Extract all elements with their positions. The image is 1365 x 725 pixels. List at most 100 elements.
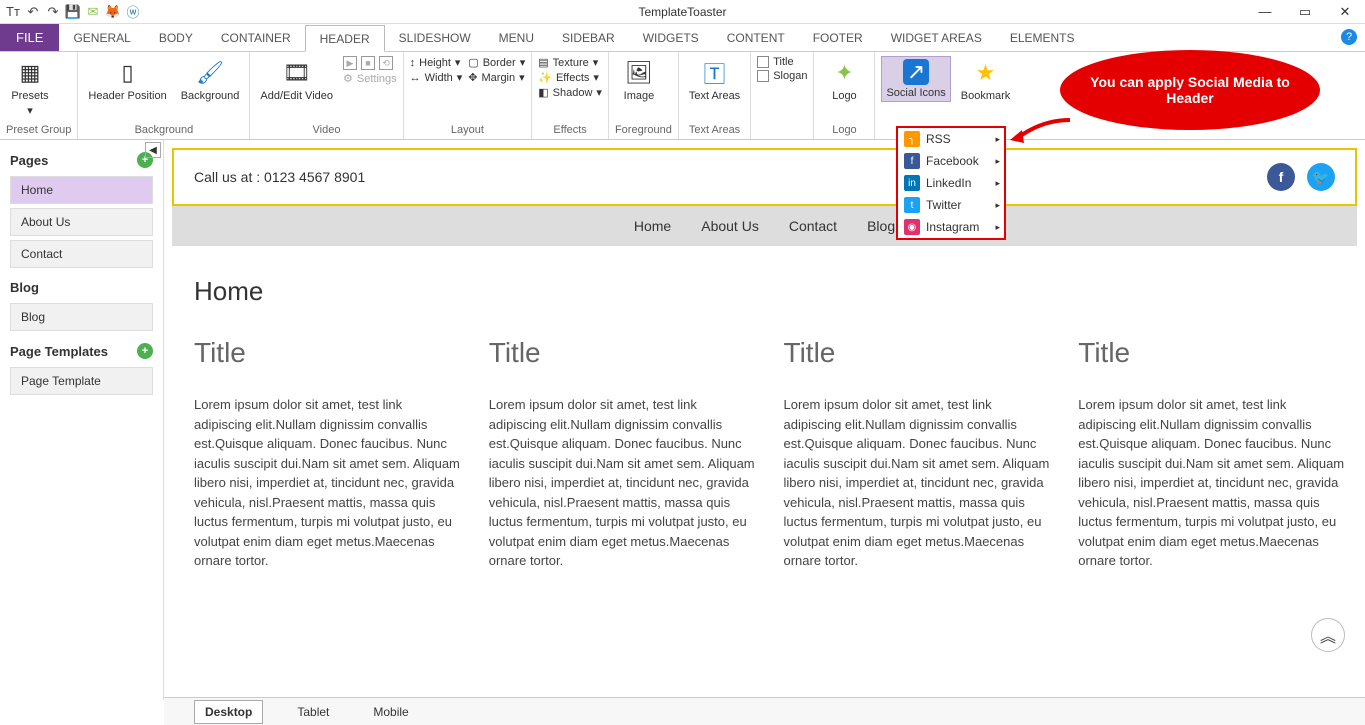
menu-item-home[interactable]: Home (634, 218, 671, 234)
presets-button[interactable]: ▦Presets▾ (6, 56, 54, 119)
group-label: Foreground (615, 122, 672, 139)
column-title: Title (194, 337, 461, 369)
maximize-button[interactable]: ▭ (1285, 0, 1325, 24)
design-canvas: Call us at : 0123 4567 8901 f 🐦 Home Abo… (164, 140, 1365, 700)
redo-icon[interactable]: ↷ (44, 3, 62, 21)
app-title: TemplateToaster (638, 5, 726, 19)
background-button[interactable]: 🖌Background (177, 56, 244, 104)
sidebar-item-blog[interactable]: Blog (10, 303, 153, 331)
width-dropdown[interactable]: ↔ Width ▾ (410, 71, 463, 84)
content-column: Title Lorem ipsum dolor sit amet, test li… (194, 337, 461, 571)
menu-item-blog[interactable]: Blog (867, 218, 895, 234)
header-position-button[interactable]: ▯Header Position (84, 56, 170, 104)
bookmark-button[interactable]: ★Bookmark (957, 56, 1015, 104)
sidebar-item-template[interactable]: Page Template (10, 367, 153, 395)
group-title-slogan: Title Slogan (751, 52, 814, 139)
social-icons-button[interactable]: ↗Social Icons (881, 56, 950, 102)
dropdown-item-facebook[interactable]: fFacebook▸ (898, 150, 1004, 172)
logo-button[interactable]: ✦Logo (820, 56, 868, 104)
menu-item-contact[interactable]: Contact (789, 218, 837, 234)
sidebar-item-about[interactable]: About Us (10, 208, 153, 236)
instagram-icon: ◉ (904, 219, 920, 235)
title-checkbox[interactable]: Title (757, 56, 807, 68)
column-text: Lorem ipsum dolor sit amet, test link ad… (194, 395, 461, 571)
logo-label: Logo (832, 90, 856, 102)
height-dropdown[interactable]: ↕ Height ▾ (410, 56, 463, 69)
dropdown-item-twitter[interactable]: tTwitter▸ (898, 194, 1004, 216)
undo-icon[interactable]: ↶ (24, 3, 42, 21)
content-column: TitleLorem ipsum dolor sit amet, test li… (1078, 337, 1345, 571)
header-social-icons: f 🐦 (1267, 163, 1335, 191)
menu-item-about[interactable]: About Us (701, 218, 759, 234)
group-label: Video (256, 122, 396, 139)
tab-sidebar[interactable]: SIDEBAR (548, 24, 629, 51)
minimize-button[interactable]: — (1245, 0, 1285, 24)
dropdown-item-linkedin[interactable]: inLinkedIn▸ (898, 172, 1004, 194)
save-icon[interactable]: 💾 (64, 3, 82, 21)
header-twitter-icon[interactable]: 🐦 (1307, 163, 1335, 191)
image-icon: 🖼 (624, 58, 654, 88)
file-tab[interactable]: FILE (0, 24, 59, 51)
tab-footer[interactable]: FOOTER (799, 24, 877, 51)
slogan-checkbox[interactable]: Slogan (757, 70, 807, 82)
mail-icon[interactable]: ✉ (84, 3, 102, 21)
textareas-button[interactable]: 🅃Text Areas (685, 56, 744, 104)
tab-general[interactable]: GENERAL (59, 24, 144, 51)
shadow-dropdown[interactable]: ◧ Shadow ▾ (538, 86, 602, 99)
header-facebook-icon[interactable]: f (1267, 163, 1295, 191)
group-layout: ↕ Height ▾ ↔ Width ▾ ▢ Border ▾ ✥ Margin… (404, 52, 533, 139)
ta-label: Text Areas (689, 90, 740, 102)
template-menu: Home About Us Contact Blog (172, 206, 1357, 246)
facebook-icon: f (904, 153, 920, 169)
title-bar: Tт ↶ ↷ 💾 ✉ 🦊 ⓦ TemplateToaster — ▭ ✕ (0, 0, 1365, 24)
tt-logo-icon[interactable]: Tт (4, 3, 22, 21)
column-title: Title (784, 337, 1051, 369)
view-desktop[interactable]: Desktop (194, 700, 263, 724)
tab-container[interactable]: CONTAINER (207, 24, 305, 51)
border-dropdown[interactable]: ▢ Border ▾ (468, 56, 525, 69)
collapse-sidebar-button[interactable]: ◀ (145, 142, 161, 158)
brush-icon: 🖌 (195, 58, 225, 88)
image-button[interactable]: 🖼 Image (615, 56, 663, 104)
settings-label: Settings (357, 73, 397, 85)
scroll-top-button[interactable]: ︽ (1311, 618, 1345, 652)
tab-slideshow[interactable]: SLIDESHOW (385, 24, 485, 51)
help-icon[interactable]: ? (1341, 29, 1357, 45)
group-label: Text Areas (685, 122, 744, 139)
sidebar-item-home[interactable]: Home (10, 176, 153, 204)
annotation-callout: You can apply Social Media to Header (1060, 50, 1320, 130)
sidebar-item-contact[interactable]: Contact (10, 240, 153, 268)
dropdown-item-rss[interactable]: ╮RSS▸ (898, 128, 1004, 150)
tab-content[interactable]: CONTENT (713, 24, 799, 51)
group-logo: ✦Logo Logo (814, 52, 875, 139)
group-textareas: 🅃Text Areas Text Areas (679, 52, 751, 139)
firefox-icon[interactable]: 🦊 (104, 3, 122, 21)
close-button[interactable]: ✕ (1325, 0, 1365, 24)
tab-elements[interactable]: ELEMENTS (996, 24, 1089, 51)
wordpress-icon[interactable]: ⓦ (124, 3, 142, 21)
sidebar-section-pages: Pages+ (0, 144, 163, 172)
addedit-video-button[interactable]: 🎞Add/Edit Video (256, 56, 337, 104)
view-mobile[interactable]: Mobile (363, 701, 418, 723)
effects-dropdown[interactable]: ✨ Effects ▾ (538, 71, 602, 84)
presets-icon: ▦ (15, 58, 45, 88)
view-tablet[interactable]: Tablet (287, 701, 339, 723)
left-sidebar: ◀ Pages+ Home About Us Contact Blog Blog… (0, 140, 164, 700)
view-switcher: Desktop Tablet Mobile (164, 697, 1365, 725)
img-label: Image (624, 90, 655, 102)
video-label: Add/Edit Video (260, 90, 333, 102)
texture-dropdown[interactable]: ▤ Texture ▾ (538, 56, 602, 69)
ribbon-tabs: FILE GENERAL BODY CONTAINER HEADER SLIDE… (0, 24, 1365, 52)
margin-dropdown[interactable]: ✥ Margin ▾ (468, 71, 525, 84)
tab-menu[interactable]: MENU (485, 24, 548, 51)
video-settings-button[interactable]: ⚙Settings (343, 72, 397, 85)
sidebar-section-blog: Blog (0, 272, 163, 299)
dropdown-item-instagram[interactable]: ◉Instagram▸ (898, 216, 1004, 238)
template-header[interactable]: Call us at : 0123 4567 8901 f 🐦 (172, 148, 1357, 206)
column-text: Lorem ipsum dolor sit amet, test link ad… (1078, 395, 1345, 571)
tab-widgets[interactable]: WIDGETS (629, 24, 713, 51)
tab-body[interactable]: BODY (145, 24, 207, 51)
add-template-button[interactable]: + (137, 343, 153, 359)
tab-header[interactable]: HEADER (305, 25, 385, 52)
tab-widget-areas[interactable]: WIDGET AREAS (877, 24, 996, 51)
